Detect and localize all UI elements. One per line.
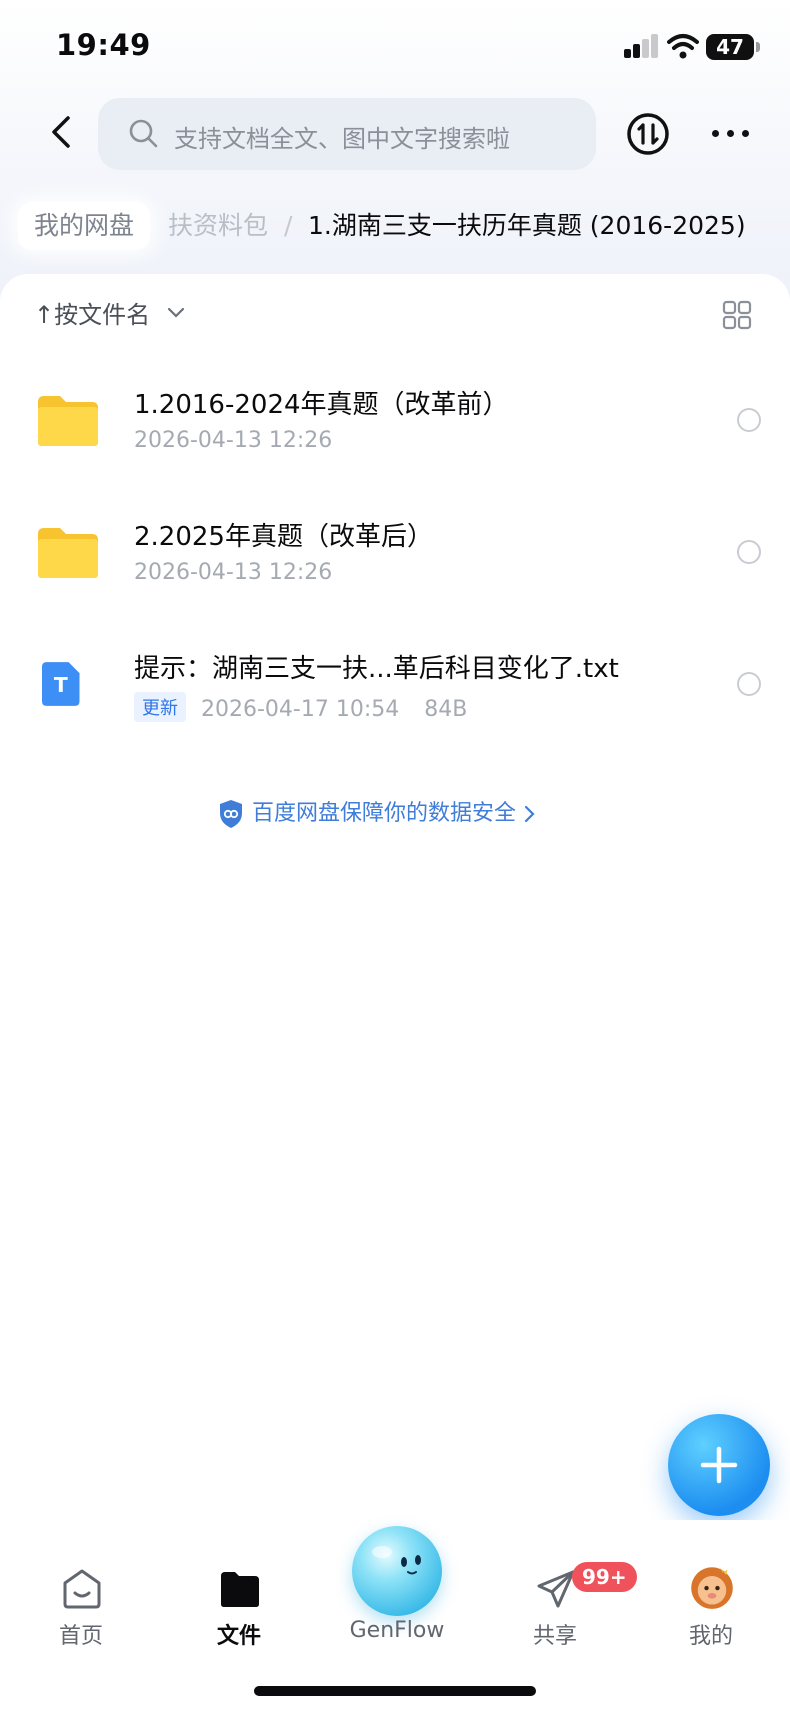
breadcrumb-root[interactable]: 我的网盘 (18, 202, 151, 250)
select-radio[interactable] (737, 672, 761, 696)
cellular-signal-icon (624, 34, 660, 58)
add-button[interactable] (668, 1414, 770, 1516)
plus-icon (700, 1446, 738, 1484)
back-arrow-icon[interactable] (42, 112, 82, 152)
file-date: 2026-04-17 10:54 (201, 697, 400, 722)
file-name: 提示：湖南三支一扶...革后科目变化了.txt (134, 654, 619, 684)
list-item[interactable]: 1.2016-2024年真题（改革前） 2026-04-13 12:26 (0, 364, 790, 482)
search-input[interactable]: 支持文档全文、图中文字搜索啦 (98, 98, 596, 170)
file-date: 2026-04-13 12:26 (134, 428, 333, 453)
tab-label: 我的 (688, 1624, 733, 1649)
home-face-icon (63, 1569, 101, 1609)
list-item[interactable]: 2.2025年真题（改革后） 2026-04-13 12:26 (0, 496, 790, 614)
sort-by-name-button[interactable]: ↑按文件名 (34, 298, 150, 332)
file-name: 1.2016-2024年真题（改革前） (134, 390, 509, 420)
tab-label: GenFlow (349, 1618, 445, 1643)
file-meta: 更新 2026-04-17 10:54 84B (134, 692, 467, 722)
battery-cap (756, 42, 760, 52)
paper-plane-icon (537, 1570, 575, 1608)
chevron-down-icon[interactable] (166, 306, 186, 320)
search-icon (129, 119, 158, 148)
tab-label: 共享 (532, 1624, 577, 1649)
wifi-icon (667, 34, 699, 59)
shield-icon (220, 800, 242, 828)
security-notice-link[interactable]: 百度网盘保障你的数据安全 (218, 796, 536, 832)
file-date: 2026-04-13 12:26 (134, 560, 333, 585)
tab-label: 文件 (216, 1624, 261, 1649)
file-size: 84B (424, 697, 468, 722)
text-file-icon: T (42, 662, 80, 706)
security-notice-text: 百度网盘保障你的数据安全 (252, 801, 517, 826)
home-indicator (254, 1686, 536, 1696)
tab-files[interactable]: 文件 (184, 1568, 294, 1658)
tab-label: 首页 (58, 1624, 103, 1649)
breadcrumb-separator: / (284, 211, 293, 240)
select-radio[interactable] (737, 408, 761, 432)
search-placeholder: 支持文档全文、图中文字搜索啦 (174, 125, 510, 153)
tab-home[interactable]: 首页 (26, 1568, 136, 1658)
transfer-sort-icon[interactable] (626, 112, 670, 156)
folder-icon (38, 396, 98, 446)
updated-tag: 更新 (134, 692, 186, 722)
tab-profile[interactable]: 我的 (656, 1567, 766, 1658)
battery-indicator: 47 (706, 34, 754, 60)
folder-icon (221, 1572, 259, 1607)
breadcrumb-parent[interactable]: 扶资料包 (168, 202, 268, 250)
list-item[interactable]: T 提示：湖南三支一扶...革后科目变化了.txt 更新 2026-04-17 … (0, 628, 790, 746)
file-name: 2.2025年真题（改革后） (134, 522, 433, 552)
more-options-button[interactable] (708, 118, 754, 148)
breadcrumb-current: 1.湖南三支一扶历年真题 (2016-2025) (308, 211, 746, 240)
notification-badge: 99+ (572, 1562, 637, 1592)
svg-text:T: T (54, 673, 68, 697)
status-time: 19:49 (56, 28, 151, 62)
folder-icon (38, 528, 98, 578)
tab-genflow[interactable]: GenFlow (342, 1568, 452, 1658)
grid-view-icon[interactable] (722, 300, 752, 330)
chevron-right-icon (524, 805, 535, 823)
file-list-panel (0, 274, 790, 1710)
select-radio[interactable] (737, 540, 761, 564)
lion-avatar-icon (691, 1567, 733, 1609)
